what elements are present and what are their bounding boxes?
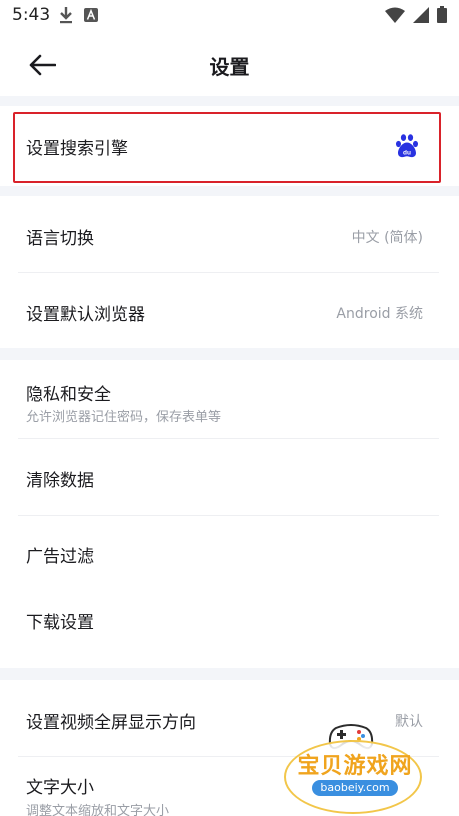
language-value: 中文 (简体) [351, 230, 423, 246]
battery-icon [437, 6, 447, 23]
default-browser-row[interactable]: 设置默认浏览器 Android 系统 [0, 273, 459, 348]
selection-highlight-box [13, 112, 441, 183]
video-orientation-label: 设置视频全屏显示方向 [26, 713, 196, 733]
text-size-label: 文字大小 [26, 778, 94, 798]
clear-data-label: 清除数据 [26, 471, 94, 491]
page-title: 设置 [209, 55, 250, 79]
language-label: 语言切换 [26, 229, 94, 249]
signal-icon [413, 6, 429, 23]
privacy-subtitle: 允许浏览器记住密码，保存表单等 [26, 410, 222, 425]
default-browser-label: 设置默认浏览器 [26, 305, 145, 325]
clear-data-row[interactable]: 清除数据 [0, 439, 459, 515]
section-privacy: 隐私和安全 允许浏览器记住密码，保存表单等 清除数据 广告过滤 下载设置 [0, 360, 459, 668]
a-font-icon [84, 8, 98, 22]
wifi-icon [385, 7, 405, 23]
privacy-label: 隐私和安全 [26, 385, 111, 405]
ad-filter-row[interactable]: 广告过滤 [0, 516, 459, 582]
privacy-row[interactable]: 隐私和安全 允许浏览器记住密码，保存表单等 [0, 360, 459, 438]
status-bar: 5:43 [0, 0, 459, 34]
status-notification-icons [58, 6, 98, 24]
language-row[interactable]: 语言切换 中文 (简体) [0, 196, 459, 272]
ad-filter-label: 广告过滤 [26, 547, 94, 567]
download-settings-row[interactable]: 下载设置 [0, 582, 459, 668]
section-general: 语言切换 中文 (简体) 设置默认浏览器 Android 系统 [0, 196, 459, 348]
status-time: 5:43 [12, 5, 51, 25]
default-browser-value: Android 系统 [336, 306, 423, 322]
status-system-icons [385, 6, 447, 23]
watermark-text: 宝贝游戏网 [297, 754, 413, 779]
download-settings-label: 下载设置 [26, 613, 94, 633]
text-size-subtitle: 调整文本缩放和文字大小 [26, 804, 170, 816]
app-bar: 设置 [0, 34, 459, 96]
watermark-url: baobeiy.com [312, 780, 398, 796]
download-icon [60, 7, 72, 24]
watermark-logo: 宝贝游戏网 baobeiy.com [278, 722, 428, 816]
